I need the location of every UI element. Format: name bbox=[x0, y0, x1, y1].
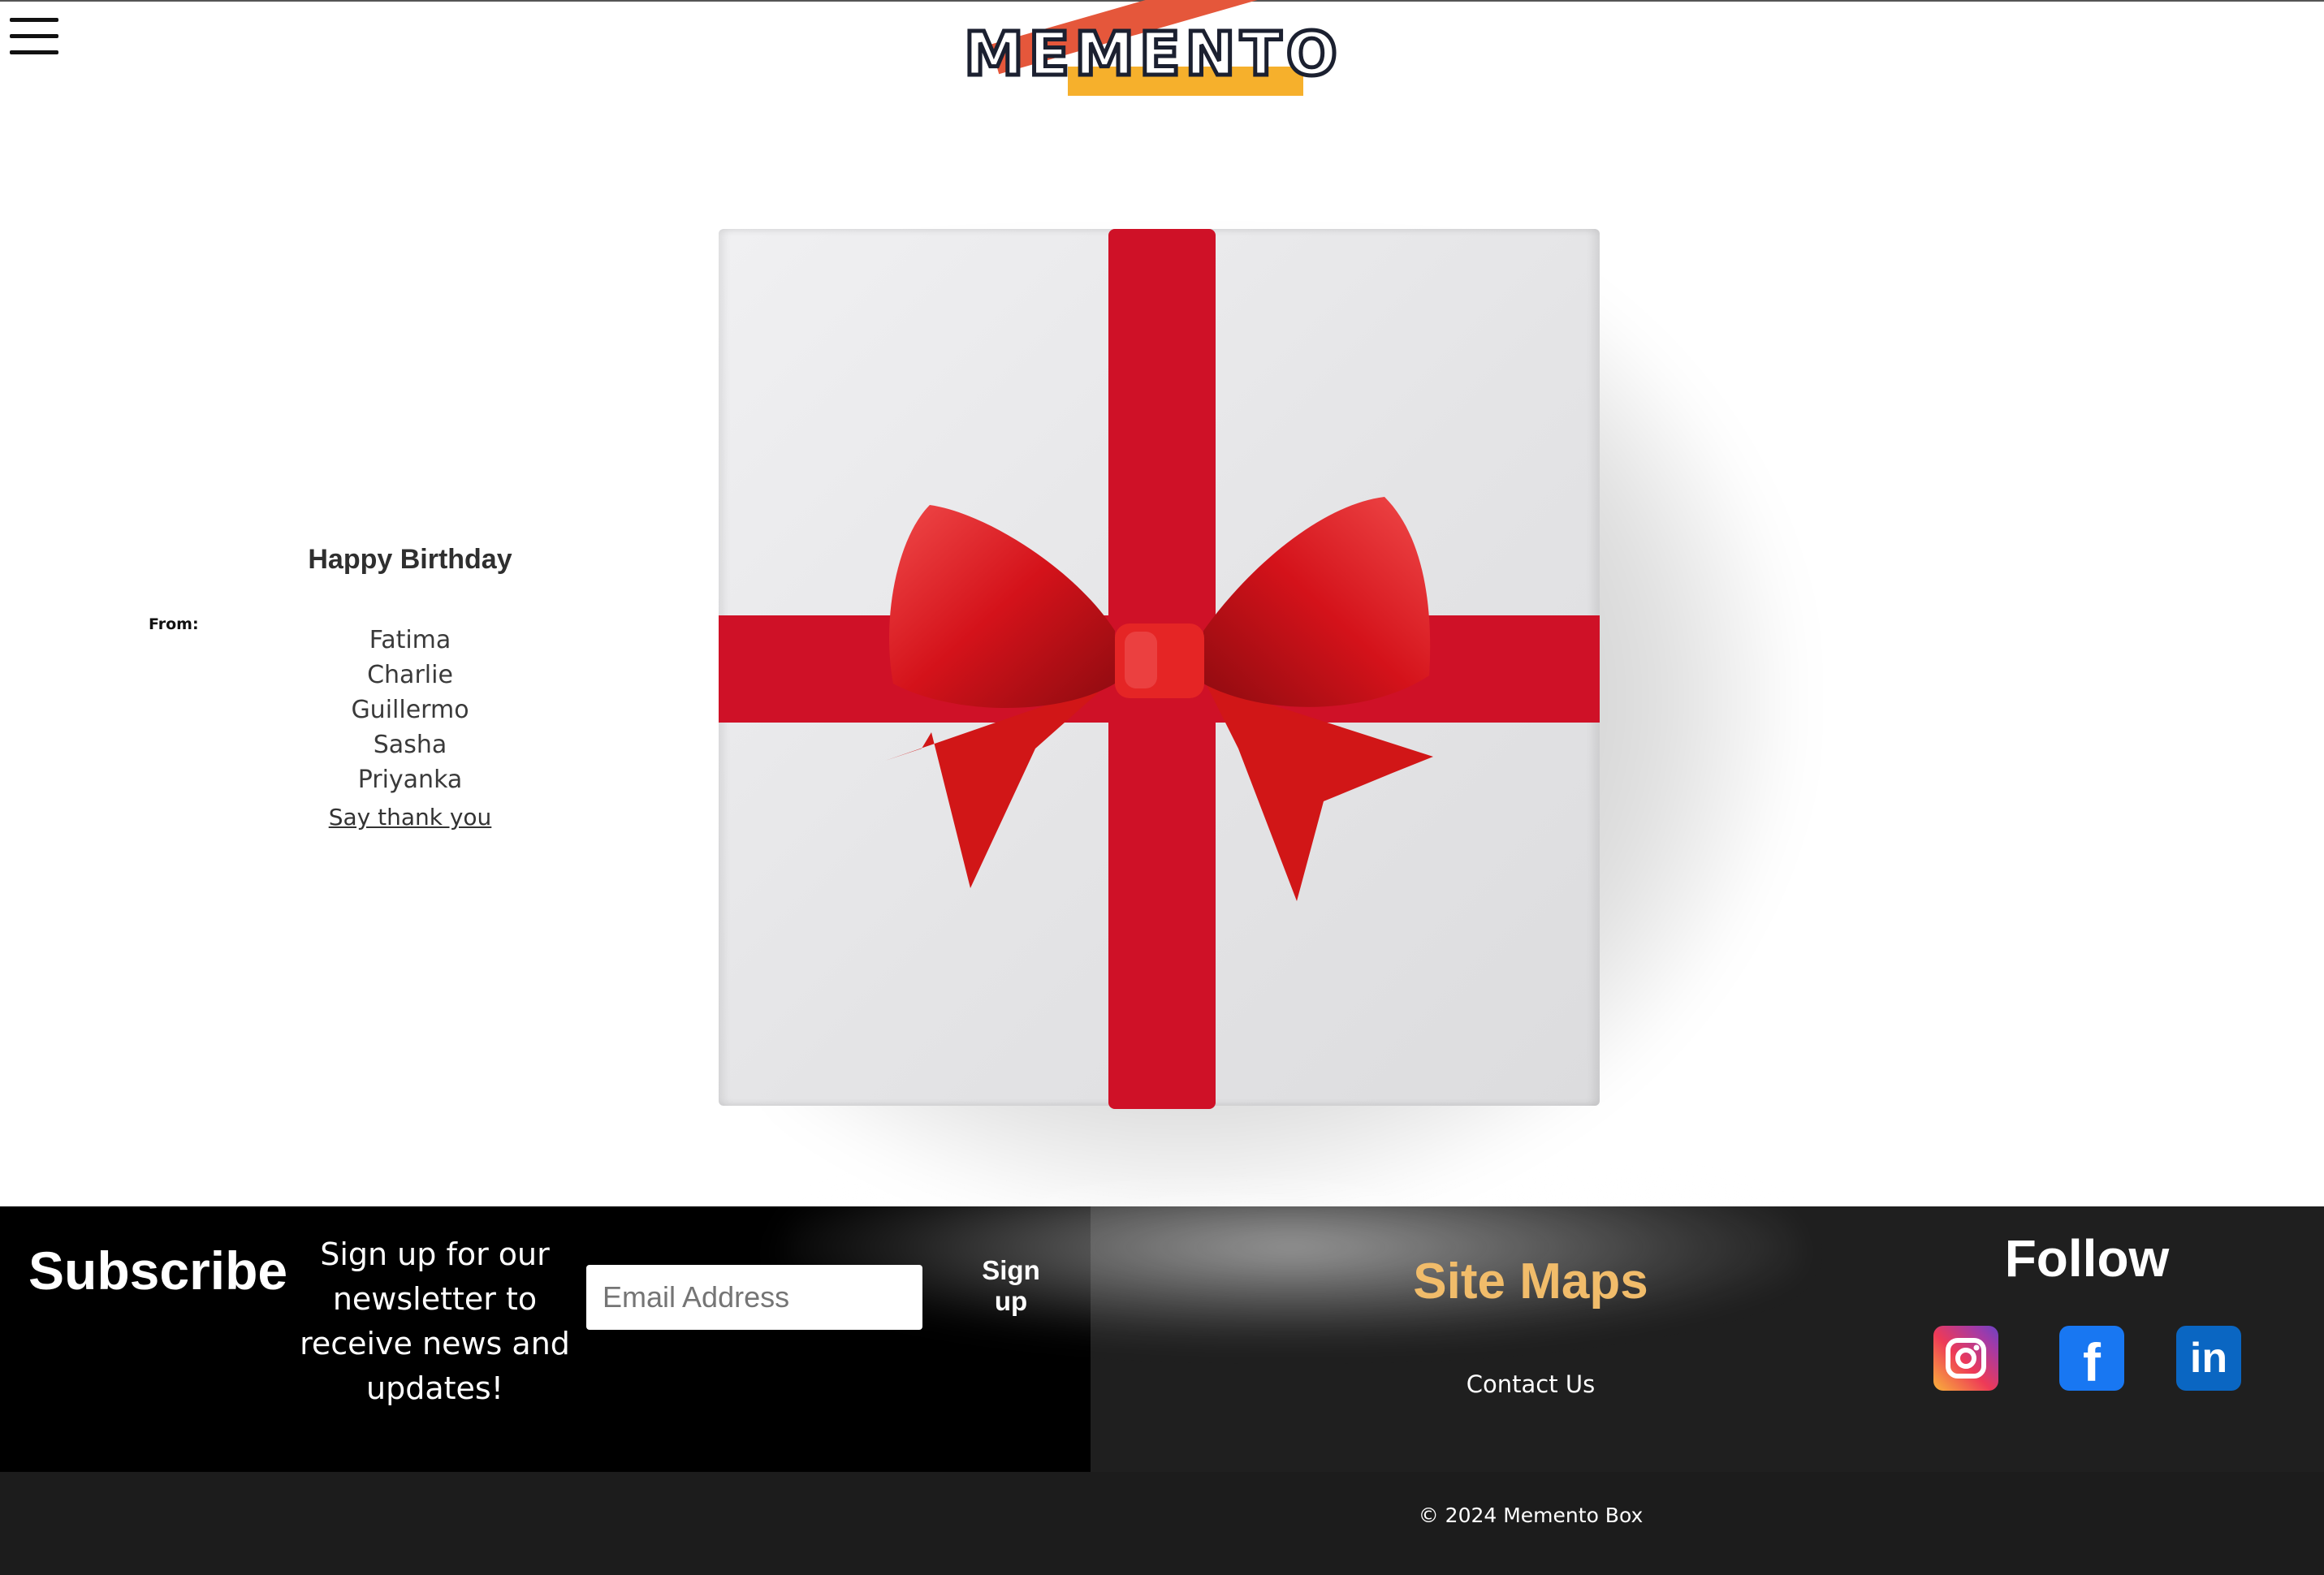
linkedin-glyph: in bbox=[2189, 1335, 2228, 1382]
email-input[interactable] bbox=[586, 1265, 922, 1330]
logo-text: MEMENTO bbox=[962, 19, 1342, 89]
name-item: Charlie bbox=[367, 661, 453, 689]
copyright-bar bbox=[0, 1472, 2324, 1575]
linkedin-icon[interactable]: in bbox=[2176, 1326, 2241, 1391]
birthday-card: Happy Birthday From: Fatima Charlie Guil… bbox=[97, 544, 723, 831]
facebook-icon[interactable]: f bbox=[2059, 1326, 2124, 1392]
name-item: Guillermo bbox=[351, 696, 469, 724]
subscribe-description: Sign up for our newsletter to receive ne… bbox=[300, 1236, 570, 1406]
name-item: Priyanka bbox=[357, 766, 463, 794]
names-list: Fatima Charlie Guillermo Sasha Priyanka bbox=[97, 623, 723, 797]
sign-up-button[interactable]: Sign up bbox=[962, 1254, 1060, 1318]
card-title: Happy Birthday bbox=[308, 544, 512, 575]
facebook-glyph: f bbox=[2083, 1332, 2101, 1392]
site-maps-heading: Site Maps bbox=[1413, 1254, 1648, 1310]
from-label: From: bbox=[149, 615, 199, 633]
memento-logo[interactable]: MEMENTO bbox=[938, 0, 1368, 97]
copyright-text: © 2024 Memento Box bbox=[1418, 1504, 1644, 1527]
bow-icon bbox=[885, 497, 1433, 901]
subscribe-title: Subscribe bbox=[28, 1241, 288, 1301]
hamburger-menu-icon[interactable] bbox=[10, 18, 60, 57]
gift-box-icon[interactable] bbox=[719, 229, 1600, 1109]
name-item: Sasha bbox=[373, 731, 447, 759]
instagram-icon[interactable] bbox=[1933, 1326, 1998, 1391]
contact-us-link[interactable]: Contact Us bbox=[1449, 1370, 1612, 1398]
follow-heading: Follow bbox=[2004, 1229, 2170, 1288]
say-thank-you-link[interactable]: Say thank you bbox=[329, 804, 492, 831]
